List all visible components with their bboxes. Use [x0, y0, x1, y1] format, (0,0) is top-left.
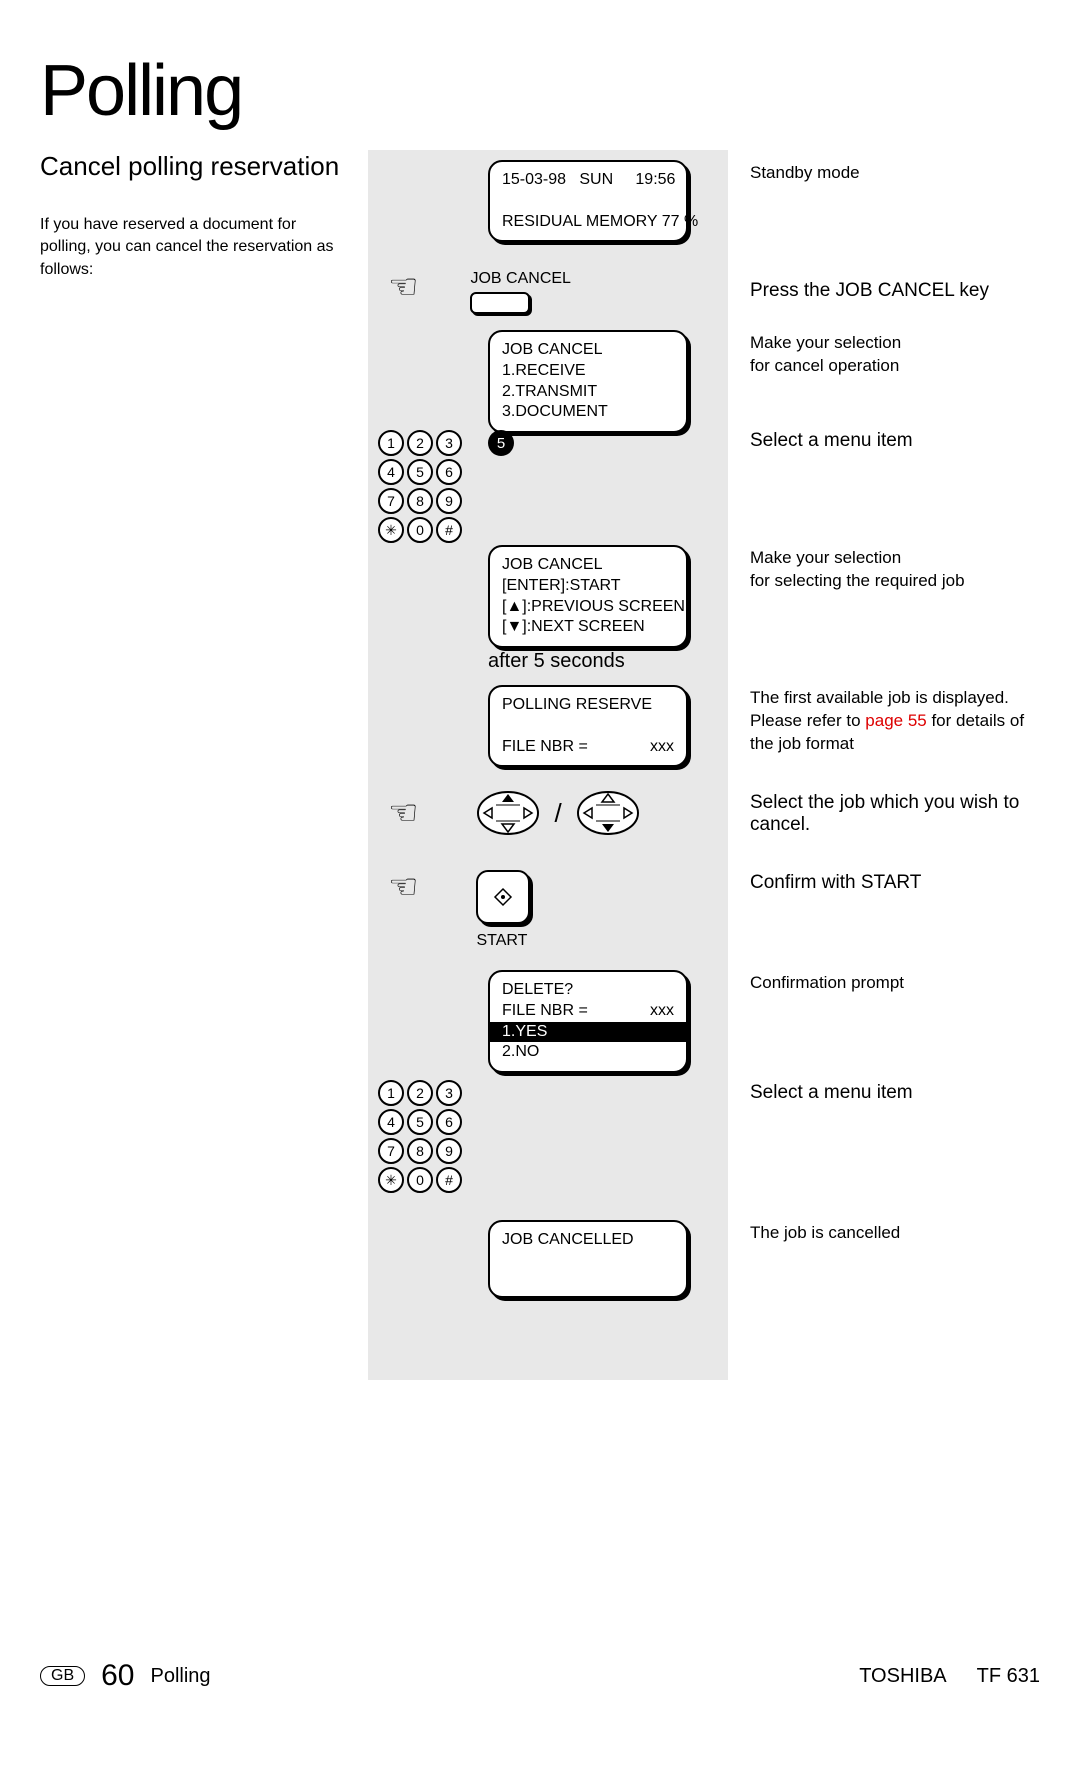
footer-model: TF 631 [977, 1665, 1040, 1688]
key-3[interactable]: 3 [436, 430, 462, 456]
right-note: Make your selection [750, 547, 965, 570]
key-6[interactable]: 6 [436, 459, 462, 485]
lcd-line: JOB CANCEL [502, 555, 674, 576]
lcd-line: 15-03-98 SUN 19:56 [502, 170, 674, 191]
key-9[interactable]: 9 [436, 1138, 462, 1164]
nav-pad-down-icon[interactable] [576, 790, 640, 836]
lcd-line-right: xxx [650, 737, 674, 758]
lcd-line: [▼]:NEXT SCREEN [502, 617, 674, 638]
lcd-line: [ENTER]:START [502, 576, 674, 597]
right-note: for cancel operation [750, 355, 901, 378]
intro-text: If you have reserved a document for poll… [40, 214, 340, 281]
right-note: Please refer to page 55 for details of t… [750, 710, 1040, 756]
key-4[interactable]: 4 [378, 459, 404, 485]
lcd-line-left: FILE NBR = [502, 737, 588, 758]
lcd-cancelled: JOB CANCELLED [488, 1220, 688, 1298]
right-note: The first available job is displayed. [750, 687, 1040, 710]
lcd-line-right: xxx [650, 1001, 674, 1022]
key-0[interactable]: 0 [407, 517, 433, 543]
right-note-confirm: Confirmation prompt [750, 972, 904, 995]
right-step-select-menu2: Select a menu item [750, 1082, 913, 1104]
pointing-hand-icon: ☞ [388, 270, 418, 304]
job-cancel-button[interactable] [470, 292, 530, 314]
pointing-hand-icon: ☞ [388, 870, 418, 904]
start-button[interactable] [476, 870, 530, 924]
right-note-cancelled: The job is cancelled [750, 1222, 900, 1245]
key-hash[interactable]: # [436, 1167, 462, 1193]
lcd-menu: JOB CANCEL 1.RECEIVE 2.TRANSMIT 3.DOCUME… [488, 330, 688, 433]
lcd-line [502, 716, 674, 737]
lcd-line: JOB CANCEL [502, 340, 674, 361]
lcd-line: RESIDUAL MEMORY 77 % [502, 212, 674, 233]
footer-section: Polling [151, 1665, 211, 1688]
key-7[interactable]: 7 [378, 1138, 404, 1164]
right-note: Make your selection [750, 332, 901, 355]
key-0[interactable]: 0 [407, 1167, 433, 1193]
right-note-standby: Standby mode [750, 162, 860, 185]
lcd-delete: DELETE? FILE NBR = xxx 1.YES 2.NO [488, 970, 688, 1073]
lcd-line: [▲]:PREVIOUS SCREEN [502, 597, 674, 618]
after-text: after 5 seconds [488, 650, 625, 673]
lcd-line: 2.TRANSMIT [502, 382, 674, 403]
right-step-confirm-start: Confirm with START [750, 872, 921, 894]
keypad[interactable]: 1 2 3 4 5 6 7 8 9 ✳ 0 # [378, 430, 463, 546]
slash-separator: / [554, 798, 561, 829]
key-9[interactable]: 9 [436, 488, 462, 514]
key-6[interactable]: 6 [436, 1109, 462, 1135]
job-cancel-caption: JOB CANCEL [470, 270, 570, 288]
right-step-press-jobcancel: Press the JOB CANCEL key [750, 280, 989, 302]
lcd-standby: 15-03-98 SUN 19:56 RESIDUAL MEMORY 77 % [488, 160, 688, 242]
key-5[interactable]: 5 [407, 459, 433, 485]
key-star[interactable]: ✳ [378, 517, 404, 543]
lcd-line-left: FILE NBR = [502, 1001, 588, 1022]
right-step-select-job: Select the job which you wish to cancel. [750, 792, 1030, 836]
subtitle: Cancel polling reserva­tion [40, 150, 340, 184]
lcd-line: 2.NO [502, 1042, 674, 1063]
key-2[interactable]: 2 [407, 430, 433, 456]
key-5[interactable]: 5 [407, 1109, 433, 1135]
nav-pad-up-icon[interactable] [476, 790, 540, 836]
lcd-line: POLLING RESERVE [502, 695, 674, 716]
key-8[interactable]: 8 [407, 488, 433, 514]
selected-key-indicator: 5 [488, 430, 514, 456]
page-link[interactable]: page 55 [865, 711, 926, 730]
page-title: Polling [40, 50, 242, 132]
lcd-line [502, 191, 674, 212]
lcd-line: 3.DOCUMENT [502, 402, 674, 423]
lcd-line: 1.RECEIVE [502, 361, 674, 382]
key-4[interactable]: 4 [378, 1109, 404, 1135]
keypad[interactable]: 1 2 3 4 5 6 7 8 9 ✳ 0 # [378, 1080, 463, 1193]
key-7[interactable]: 7 [378, 488, 404, 514]
footer-brand: TOSHIBA [859, 1665, 946, 1688]
key-8[interactable]: 8 [407, 1138, 433, 1164]
lcd-line: DELETE? [502, 980, 674, 1001]
lcd-jobcancel: JOB CANCEL [ENTER]:START [▲]:PREVIOUS SC… [488, 545, 688, 648]
footer: GB 60 Polling TOSHIBA TF 631 [40, 1659, 1040, 1693]
key-2[interactable]: 2 [407, 1080, 433, 1106]
pointing-hand-icon: ☞ [388, 796, 418, 830]
key-1[interactable]: 1 [378, 1080, 404, 1106]
page-number: 60 [101, 1659, 134, 1693]
language-badge: GB [40, 1666, 85, 1686]
lcd-line: JOB CANCELLED [502, 1230, 674, 1251]
start-label: START [476, 932, 530, 950]
right-note: for selecting the required job [750, 570, 965, 593]
key-1[interactable]: 1 [378, 430, 404, 456]
lcd-line-selected: 1.YES [490, 1022, 686, 1043]
lcd-polling-reserve: POLLING RESERVE FILE NBR = xxx [488, 685, 688, 767]
key-3[interactable]: 3 [436, 1080, 462, 1106]
right-step-select-menu: Select a menu item [750, 430, 913, 452]
key-star[interactable]: ✳ [378, 1167, 404, 1193]
key-hash[interactable]: # [436, 517, 462, 543]
